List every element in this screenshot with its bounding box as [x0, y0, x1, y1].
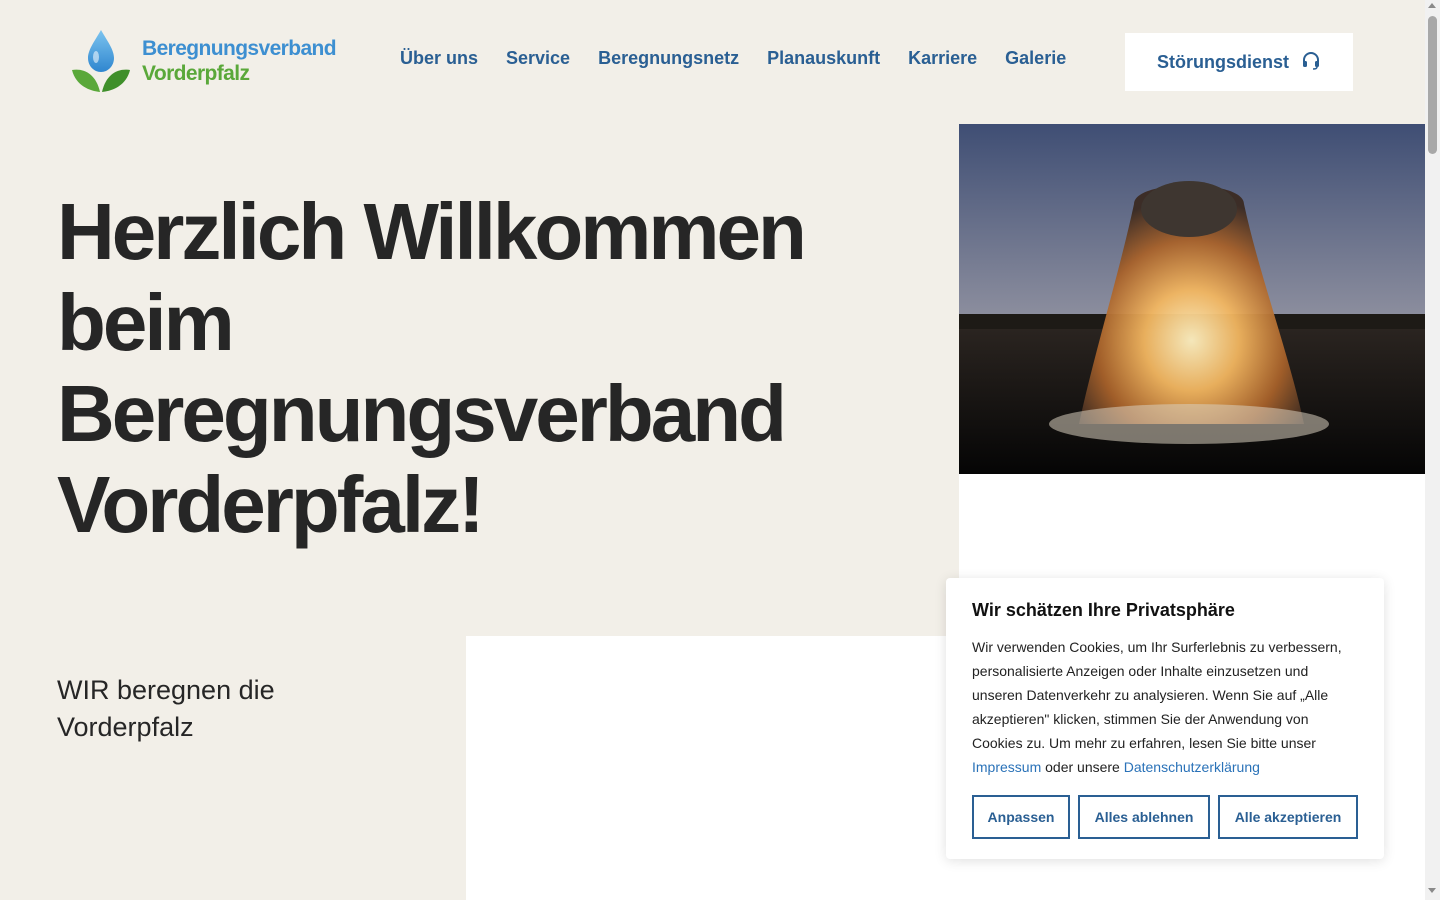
scrollbar-thumb[interactable]: [1428, 16, 1437, 154]
logo-line-2: Vorderpfalz: [142, 62, 250, 85]
nav-item-planauskunft[interactable]: Planauskunft: [767, 48, 880, 69]
vertical-scrollbar[interactable]: [1425, 0, 1440, 900]
stoerungsdienst-label: Störungsdienst: [1156, 51, 1289, 72]
nav-item-karriere[interactable]: Karriere: [908, 48, 977, 69]
stoerungsdienst-button[interactable]: Störungsdienst: [1125, 33, 1353, 91]
scroll-down-arrow-icon[interactable]: [1428, 888, 1436, 893]
content-white-panel: [466, 636, 959, 900]
site-logo[interactable]: Beregnungsverband Vorderpfalz: [70, 28, 340, 94]
logo-wordmark: Beregnungsverband Vorderpfalz: [142, 36, 337, 86]
main-navigation: Über uns Service Beregnungsnetz Planausk…: [400, 48, 1066, 69]
headset-icon: [1301, 50, 1321, 75]
cookie-button-row: Anpassen Alles ablehnen Alle akzeptieren: [972, 795, 1358, 839]
cookie-connector: oder unsere: [1045, 759, 1120, 775]
customize-button[interactable]: Anpassen: [972, 795, 1070, 839]
hero-tagline: WIR beregnen die Vorderpfalz: [57, 675, 275, 742]
cookie-body: Wir verwenden Cookies, um Ihr Surferlebn…: [972, 639, 1342, 751]
impressum-link[interactable]: Impressum: [972, 759, 1041, 775]
reject-all-button[interactable]: Alles ablehnen: [1078, 795, 1210, 839]
cookie-text: Wir verwenden Cookies, um Ihr Surferlebn…: [972, 635, 1358, 779]
datenschutz-link[interactable]: Datenschutzerklärung: [1124, 759, 1260, 775]
nav-item-beregnungsnetz[interactable]: Beregnungsnetz: [598, 48, 739, 69]
scroll-up-arrow-icon[interactable]: [1428, 3, 1436, 8]
accept-all-button[interactable]: Alle akzeptieren: [1218, 795, 1358, 839]
hero-title: Herzlich Willkommen beim Beregnungsverba…: [57, 187, 807, 549]
nav-item-ueber-uns[interactable]: Über uns: [400, 48, 478, 69]
cookie-title: Wir schätzen Ihre Privatsphäre: [972, 600, 1235, 620]
cookie-consent-dialog: Wir schätzen Ihre Privatsphäre Wir verwe…: [946, 578, 1384, 859]
water-drop-leaves-icon: [70, 28, 132, 94]
fountain-sunset-photo: [959, 124, 1425, 474]
logo-line-1: Beregnungsverband: [142, 37, 337, 60]
nav-item-galerie[interactable]: Galerie: [1005, 48, 1066, 69]
nav-item-service[interactable]: Service: [506, 48, 570, 69]
